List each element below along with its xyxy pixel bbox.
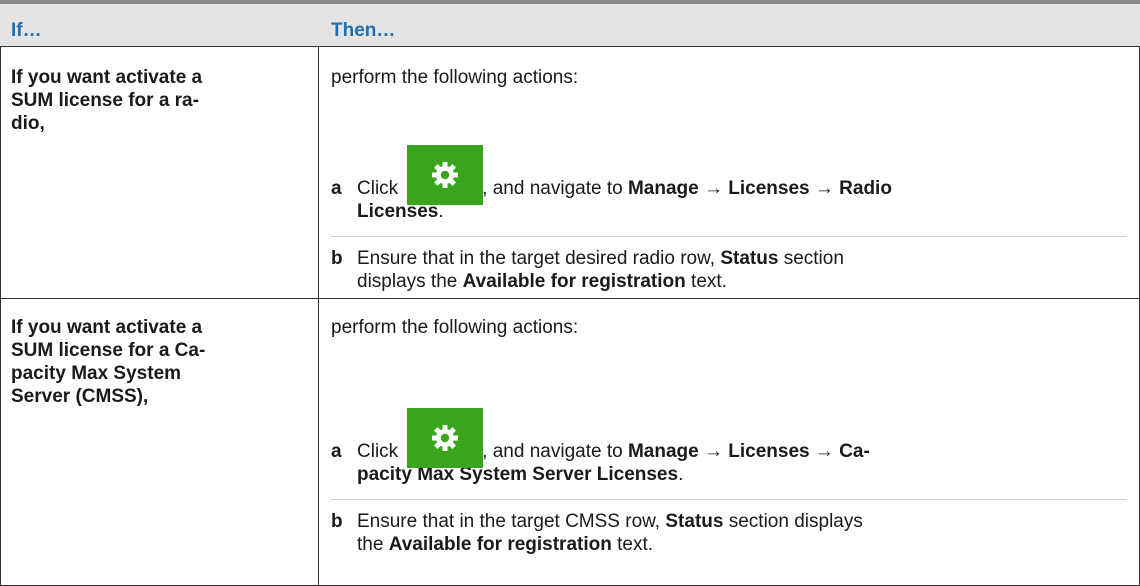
- step-text: Ensure that in the target CMSS row, Stat…: [357, 510, 1127, 556]
- if-line: SUM license for a Ca-: [11, 340, 206, 361]
- available-term: Available for registration: [388, 534, 612, 555]
- if-line: SUM license for a ra-: [11, 90, 199, 111]
- if-line: dio,: [11, 113, 45, 134]
- header-bottom-rule: [0, 46, 1140, 47]
- settings-button[interactable]: [407, 408, 483, 468]
- step-separator: [331, 499, 1126, 500]
- then-lead: perform the following actions:: [331, 67, 579, 88]
- arrow: →: [703, 178, 723, 199]
- settings-button[interactable]: [407, 145, 483, 205]
- if-line: pacity Max System: [11, 363, 182, 384]
- menu-path-manage: Manage: [627, 441, 699, 462]
- menu-path-licenses: Licenses: [728, 441, 810, 462]
- step-letter: a: [331, 441, 342, 462]
- step-letter: b: [331, 248, 343, 269]
- if-then-table: If… Then… If you want activate a SUM lic…: [0, 0, 1140, 586]
- if-line: If you want activate a: [11, 317, 203, 338]
- step-text-part: , and navigate to: [482, 178, 623, 199]
- if-condition: If you want activate a SUM license for a…: [11, 316, 311, 408]
- step-letter: a: [331, 178, 342, 199]
- menu-path-target: Radio: [839, 178, 892, 199]
- gear-icon: [432, 425, 458, 451]
- step-text: Ensure that in the target desired radio …: [357, 247, 1127, 293]
- step-text-part: the: [357, 534, 384, 555]
- status-term: Status: [720, 248, 779, 269]
- header-then: Then…: [331, 20, 396, 41]
- step-text-part: text.: [617, 534, 654, 555]
- step-text-part: , and navigate to: [482, 441, 623, 462]
- step-text-part: displays the: [357, 271, 458, 292]
- step-text-part: Ensure that in the target desired radio …: [357, 248, 716, 269]
- step-text-part: section displays: [728, 511, 863, 532]
- click-word: Click: [357, 178, 399, 199]
- menu-path-target: pacity Max System Server Licenses: [357, 464, 679, 485]
- period: .: [678, 464, 684, 485]
- step-text-part: section: [783, 248, 844, 269]
- header-if: If…: [11, 20, 42, 41]
- column-divider: [318, 46, 319, 586]
- arrow: →: [814, 441, 834, 462]
- step-text-part: Ensure that in the target CMSS row,: [357, 511, 661, 532]
- menu-path-licenses: Licenses: [728, 178, 810, 199]
- left-border: [0, 46, 1, 586]
- row-divider: [0, 298, 1140, 299]
- available-term: Available for registration: [462, 271, 686, 292]
- menu-path-target: Ca-: [839, 441, 870, 462]
- step-separator: [331, 236, 1126, 237]
- gear-icon: [432, 162, 458, 188]
- status-term: Status: [665, 511, 724, 532]
- step-text-part: text.: [691, 271, 727, 292]
- if-condition: If you want activate a SUM license for a…: [11, 66, 311, 135]
- then-lead: perform the following actions:: [331, 317, 579, 338]
- if-line: Server (CMSS),: [11, 386, 149, 407]
- table-header: If… Then…: [0, 4, 1140, 46]
- if-line: If you want activate a: [11, 67, 203, 88]
- arrow: →: [703, 441, 723, 462]
- click-word: Click: [357, 441, 399, 462]
- menu-path-manage: Manage: [627, 178, 699, 199]
- arrow: →: [814, 178, 834, 199]
- step-letter: b: [331, 511, 343, 532]
